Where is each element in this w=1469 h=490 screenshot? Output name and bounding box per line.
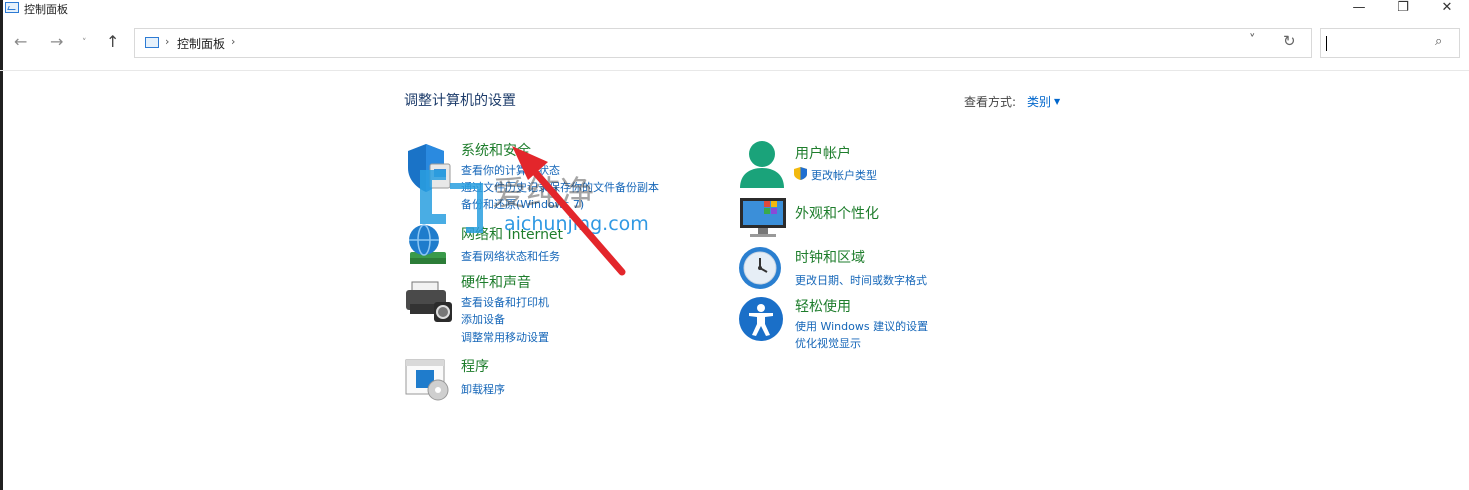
printer-icon[interactable] <box>404 280 454 324</box>
back-button[interactable]: ← <box>14 32 27 51</box>
monitor-icon[interactable] <box>738 194 788 240</box>
category-user-accounts[interactable]: 用户帐户 <box>795 143 851 163</box>
link-view-computer-status[interactable]: 查看你的计算机状态 <box>461 162 560 178</box>
category-appearance-personalization[interactable]: 外观和个性化 <box>795 203 879 223</box>
breadcrumb-separator[interactable]: › <box>231 35 235 48</box>
annotation-overlay: 爱纯净 aichunjing.com <box>420 146 649 276</box>
breadcrumb-separator[interactable]: › <box>165 35 169 48</box>
category-ease-of-access[interactable]: 轻松使用 <box>795 296 851 316</box>
search-icon[interactable]: ⌕ <box>1435 34 1442 49</box>
link-add-device[interactable]: 添加设备 <box>461 311 505 327</box>
divider <box>0 70 1469 71</box>
address-dropdown-button[interactable]: ˅ <box>1249 33 1256 48</box>
link-file-history-backup[interactable]: 通过文件历史记录保存你的文件备份副本 <box>461 179 659 195</box>
breadcrumb-control-panel[interactable]: 控制面板 <box>177 35 225 52</box>
restore-button[interactable]: ❐ <box>1380 0 1426 18</box>
shield-icon[interactable] <box>404 142 454 194</box>
link-change-date-time-format[interactable]: 更改日期、时间或数字格式 <box>795 272 927 288</box>
view-by-value[interactable]: 类别 <box>1027 95 1051 109</box>
category-clock-region[interactable]: 时钟和区域 <box>795 247 865 267</box>
up-button[interactable]: ↑ <box>106 32 119 51</box>
minimize-button[interactable]: — <box>1336 0 1382 18</box>
close-button[interactable]: ✕ <box>1424 0 1469 18</box>
title-bar: 控制面板 — ❐ ✕ <box>0 0 1469 18</box>
address-bar[interactable]: › 控制面板 › ˅ ↻ <box>134 28 1312 58</box>
recent-locations-button[interactable]: ˅ <box>82 38 87 48</box>
category-network-internet[interactable]: 网络和 Internet <box>461 224 563 244</box>
link-view-devices-printers[interactable]: 查看设备和打印机 <box>461 294 549 310</box>
clock-globe-icon[interactable] <box>738 244 786 294</box>
window-left-edge <box>0 0 3 490</box>
link-windows-suggested-settings[interactable]: 使用 Windows 建议的设置 <box>795 318 928 334</box>
link-view-network-status[interactable]: 查看网络状态和任务 <box>461 248 560 264</box>
control-panel-icon <box>5 2 19 13</box>
category-programs[interactable]: 程序 <box>461 356 489 376</box>
network-globe-icon[interactable] <box>404 222 450 268</box>
uac-shield-icon <box>794 167 807 180</box>
search-input[interactable] <box>1325 34 1429 54</box>
search-box[interactable]: ⌕ <box>1320 28 1460 58</box>
user-icon[interactable] <box>738 140 786 190</box>
link-optimize-visual-display[interactable]: 优化视觉显示 <box>795 335 861 351</box>
link-uninstall-program[interactable]: 卸载程序 <box>461 381 505 397</box>
link-change-account-type[interactable]: 更改帐户类型 <box>811 167 877 183</box>
category-hardware-sound[interactable]: 硬件和声音 <box>461 272 531 292</box>
view-by-label: 查看方式: <box>964 95 1017 109</box>
category-system-security[interactable]: 系统和安全 <box>461 140 531 160</box>
accessibility-icon[interactable] <box>738 296 786 344</box>
refresh-button[interactable]: ↻ <box>1283 32 1296 50</box>
dropdown-arrow-icon: ▼ <box>1054 97 1061 106</box>
view-by-dropdown[interactable]: 类别 ▼ <box>1027 93 1060 110</box>
window-title: 控制面板 <box>24 3 68 16</box>
link-mobility-settings[interactable]: 调整常用移动设置 <box>461 329 549 345</box>
text-caret <box>1326 36 1327 51</box>
navigation-bar: ← → ˅ ↑ › 控制面板 › ˅ ↻ ⌕ <box>0 26 1469 62</box>
control-panel-icon <box>145 37 159 48</box>
programs-icon[interactable] <box>404 358 454 402</box>
forward-button[interactable]: → <box>50 32 63 51</box>
link-backup-restore[interactable]: 备份和还原(Windows 7) <box>461 196 584 212</box>
page-title: 调整计算机的设置 <box>404 93 516 109</box>
